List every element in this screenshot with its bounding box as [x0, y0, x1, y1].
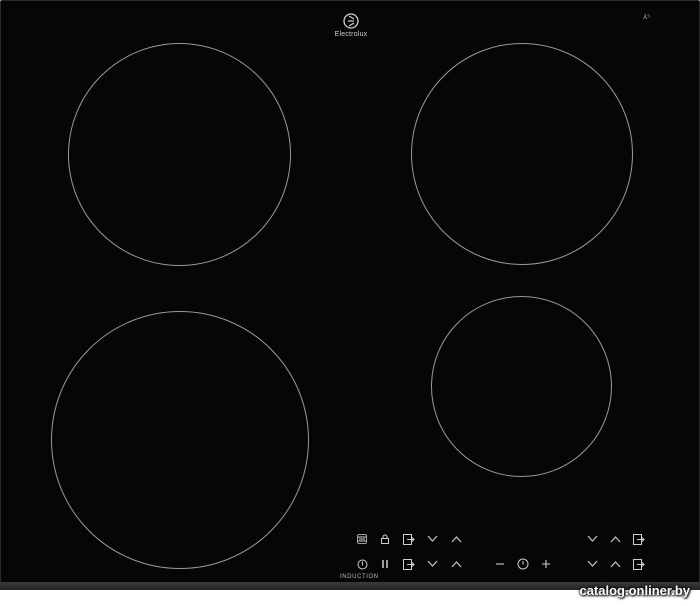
brand-logo: Electrolux [328, 13, 374, 38]
corner-mark: ⅄⁵ [643, 14, 651, 21]
electrolux-logo-icon [343, 13, 359, 29]
watermark: catalog.onliner.by [579, 583, 690, 598]
cooking-zone-rear-right[interactable] [411, 43, 633, 265]
zone-select-icon[interactable] [632, 532, 646, 546]
plus-icon[interactable] [539, 557, 553, 571]
power-icon[interactable] [355, 557, 369, 571]
induction-hob-glass: Electrolux ⅄⁵ INDUCTION [0, 0, 700, 590]
minus-icon[interactable] [493, 557, 507, 571]
brand-name: Electrolux [334, 31, 368, 38]
cooking-zone-front-right[interactable] [431, 296, 612, 477]
lock-icon[interactable] [378, 532, 392, 546]
chevron-up-icon[interactable] [449, 532, 463, 546]
cooking-zone-rear-left[interactable] [68, 43, 291, 266]
chevron-up-icon[interactable] [449, 557, 463, 571]
timer-icon[interactable] [516, 557, 530, 571]
zone-select-icon[interactable] [402, 557, 416, 571]
cooking-zone-front-left[interactable] [51, 311, 309, 569]
chevron-down-icon[interactable] [585, 532, 599, 546]
chevron-down-icon[interactable] [425, 532, 439, 546]
hob2hood-icon[interactable] [355, 532, 369, 546]
zone-select-icon[interactable] [402, 532, 416, 546]
chevron-down-icon[interactable] [425, 557, 439, 571]
induction-label: INDUCTION [340, 574, 379, 580]
chevron-up-icon[interactable] [608, 532, 622, 546]
zone-select-icon[interactable] [632, 557, 646, 571]
chevron-down-icon[interactable] [585, 557, 599, 571]
pause-icon[interactable] [378, 557, 392, 571]
chevron-up-icon[interactable] [608, 557, 622, 571]
